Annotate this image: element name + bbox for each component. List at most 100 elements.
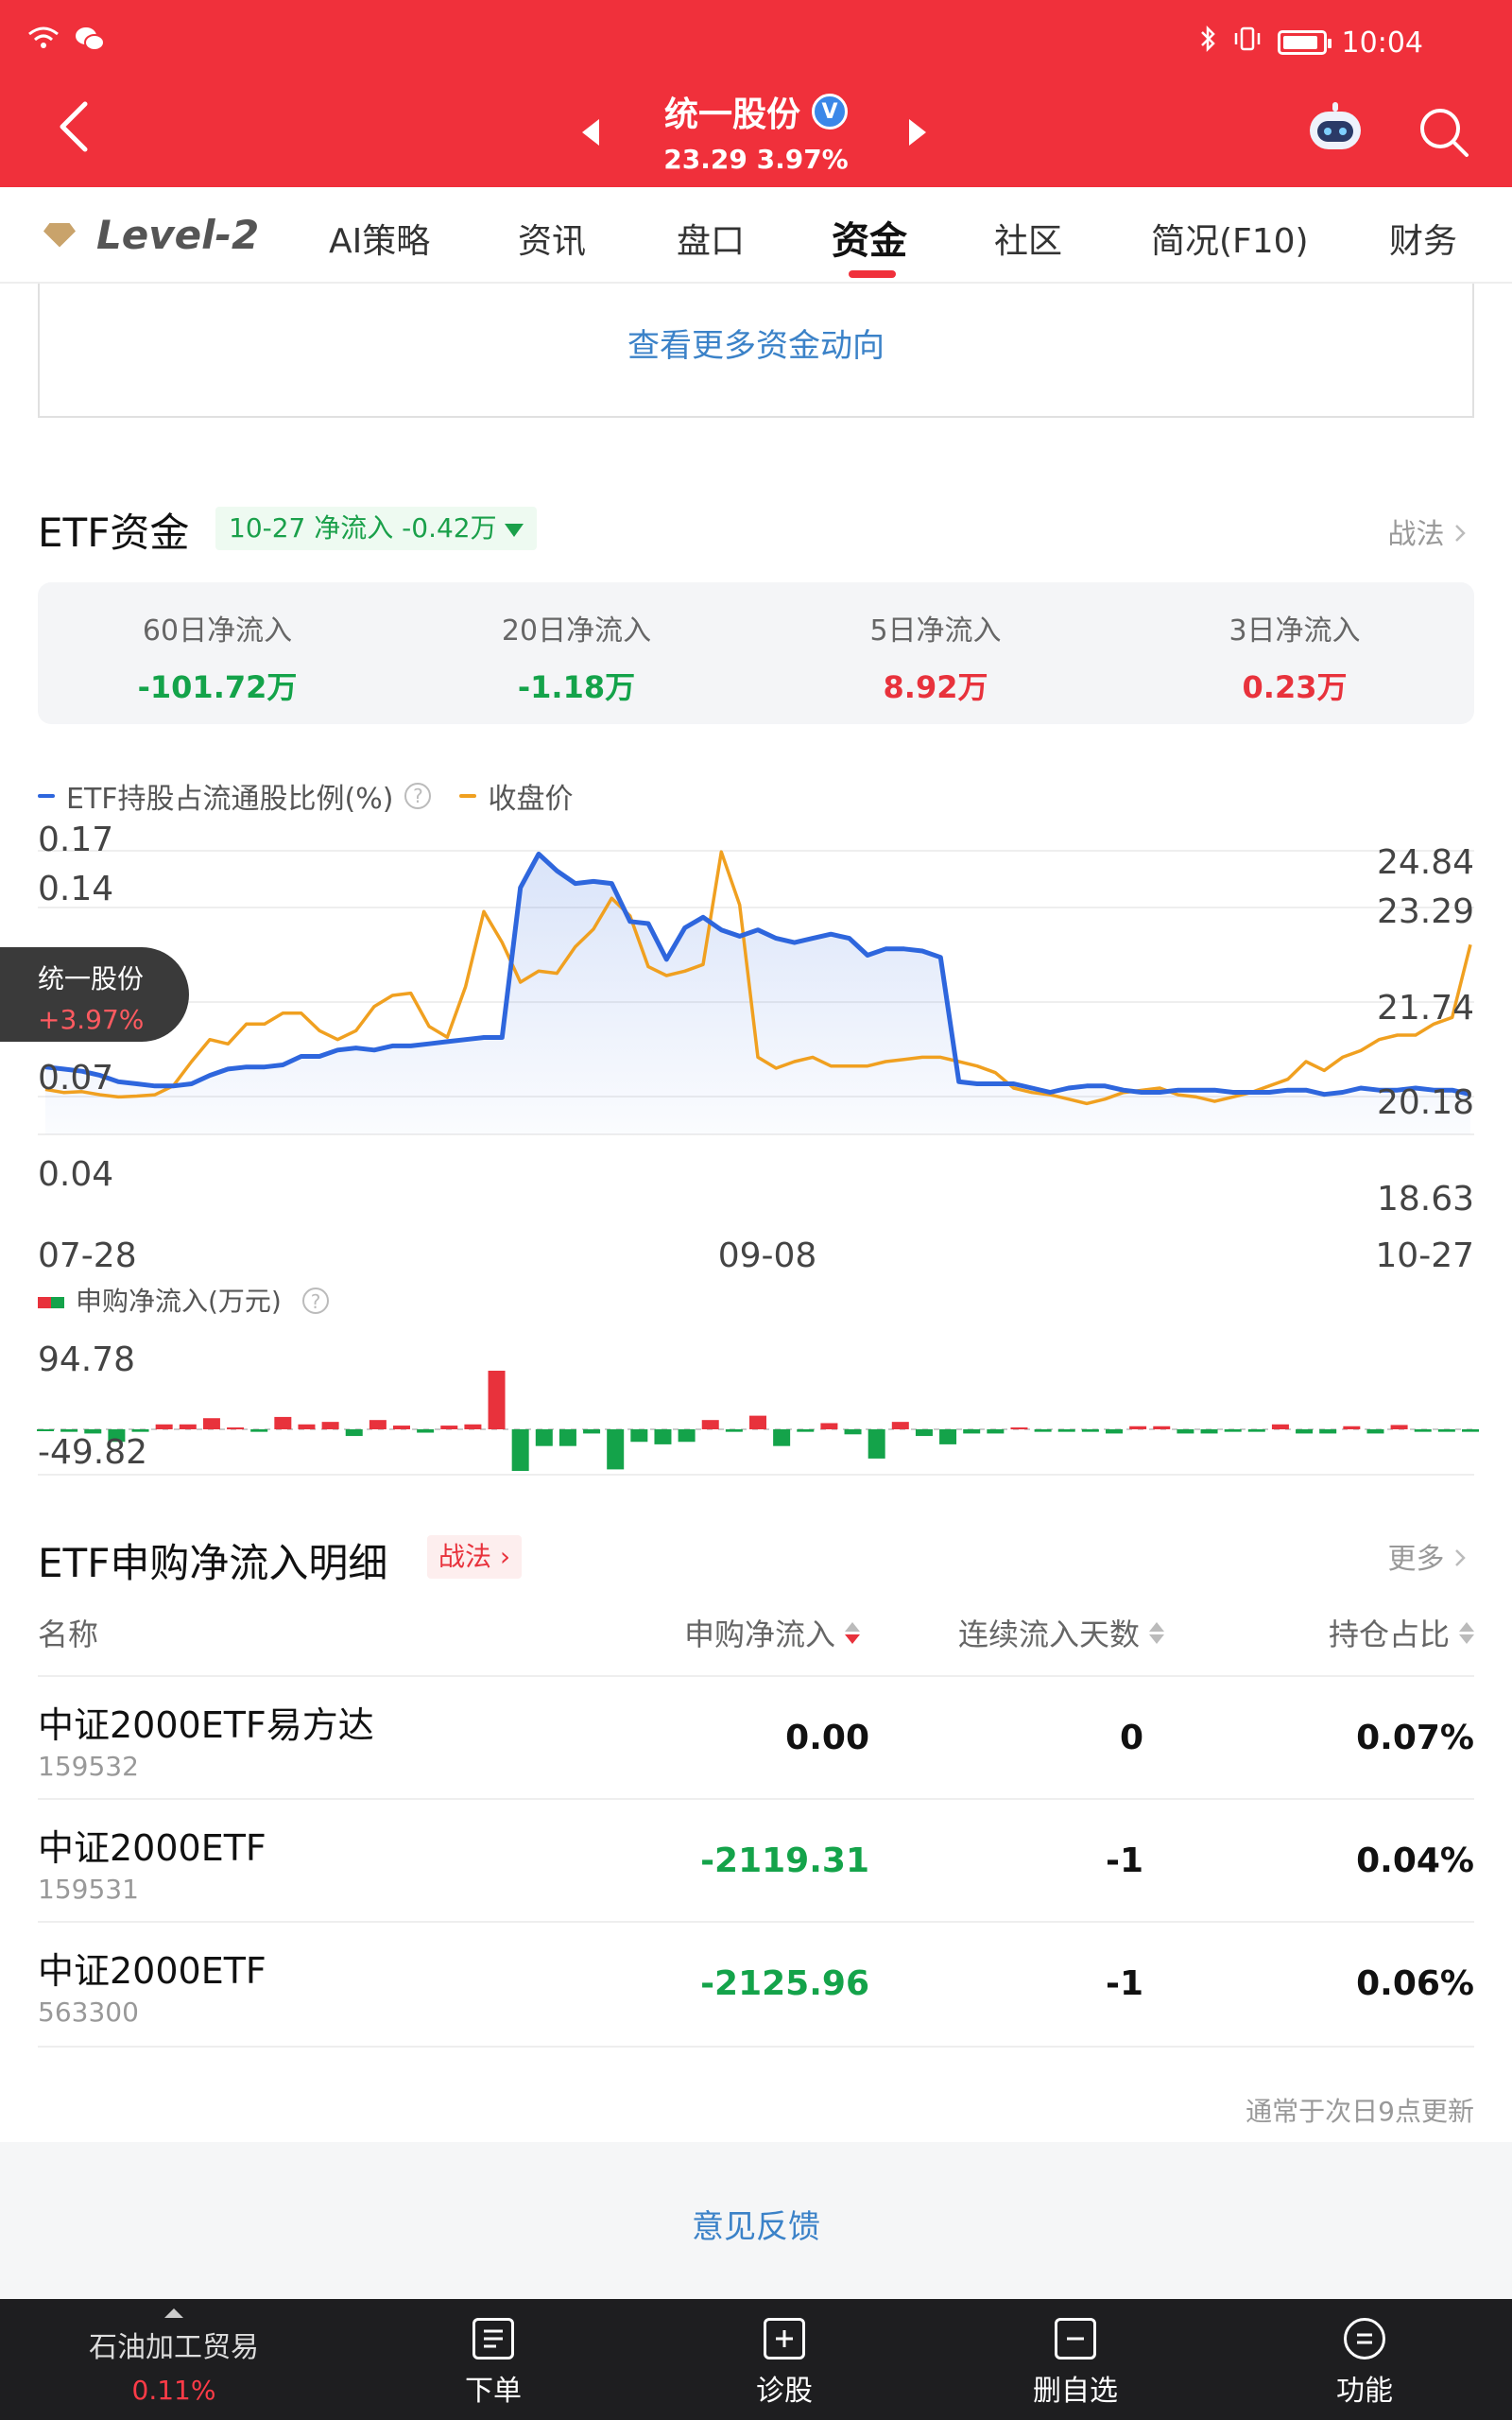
order-button[interactable]: 下单 bbox=[446, 2318, 541, 2409]
stat-value: -1.18万 bbox=[517, 669, 636, 705]
etf-net-flow: 0.00 bbox=[785, 1719, 869, 1757]
y-left-tick-label: 0.07 bbox=[38, 1059, 113, 1098]
flow-bar bbox=[393, 1426, 410, 1429]
help-icon[interactable]: ? bbox=[404, 783, 432, 809]
flow-bar bbox=[797, 1429, 815, 1432]
etf-chart[interactable]: 0.17 0.14 0.07 0.04 24.84 23.29 21.74 20.18 18.6… bbox=[0, 813, 1512, 1531]
y-left-tick-label: 0.14 bbox=[38, 870, 113, 908]
stock-change: 3.97% bbox=[756, 144, 849, 175]
tab-news[interactable]: 资讯 bbox=[518, 214, 586, 263]
etf-holding-ratio: 0.04% bbox=[1356, 1841, 1474, 1880]
tab-ai-strategy[interactable]: AI策略 bbox=[329, 214, 430, 263]
flow-bar bbox=[1010, 1427, 1028, 1430]
active-tab-indicator bbox=[849, 270, 896, 278]
etf-net-flow-text: 10-27 净流入 -0.42万 bbox=[229, 512, 497, 544]
tab-level2[interactable]: Level-2 bbox=[43, 212, 259, 258]
x-tick-label: 07-28 bbox=[38, 1236, 137, 1275]
etf-net-flow: -2125.96 bbox=[700, 1964, 869, 2003]
tab-community[interactable]: 社区 bbox=[994, 214, 1062, 263]
y-right-tick-label: 24.84 bbox=[1377, 843, 1474, 882]
flow-bar bbox=[417, 1429, 435, 1433]
etf-strategy-link[interactable]: 战法 bbox=[1387, 510, 1467, 552]
y-right-tick-label: 21.74 bbox=[1377, 989, 1474, 1028]
tab-capital[interactable]: 资金 bbox=[832, 210, 907, 265]
stat-5d: 5日净流入 8.92万 bbox=[756, 582, 1115, 724]
diagnose-button[interactable]: 诊股 bbox=[737, 2318, 832, 2409]
etf-code: 159532 bbox=[38, 1751, 139, 1782]
flow-bar bbox=[915, 1429, 933, 1437]
bar-max-label: 94.78 bbox=[38, 1340, 135, 1379]
sector-change: 0.11% bbox=[131, 2375, 216, 2406]
functions-button[interactable]: 功能 bbox=[1317, 2318, 1412, 2409]
flow-bar bbox=[891, 1422, 909, 1429]
column-header-holding-ratio[interactable]: 持仓占比 bbox=[1329, 1611, 1474, 1654]
order-label: 下单 bbox=[465, 2375, 522, 2408]
column-header-net-flow[interactable]: 申购净流入 bbox=[684, 1611, 860, 1654]
flow-bar bbox=[1296, 1429, 1314, 1434]
flow-bar bbox=[274, 1416, 292, 1429]
stock-overlay-tag: 统一股份 +3.97% bbox=[0, 947, 189, 1042]
capital-flow-card-bottom: 查看更多资金动向 bbox=[38, 284, 1474, 418]
tab-order-book[interactable]: 盘口 bbox=[677, 214, 745, 263]
status-bar-left bbox=[26, 25, 106, 60]
flow-bar bbox=[250, 1429, 268, 1432]
etf-stats-panel: 60日净流入 -101.72万 20日净流入 -1.18万 5日净流入 8.92… bbox=[38, 582, 1474, 724]
diagnose-icon bbox=[764, 2318, 805, 2360]
detail-more-link[interactable]: 更多 bbox=[1387, 1535, 1467, 1577]
search-button[interactable] bbox=[1418, 106, 1470, 159]
feedback-link[interactable]: 意见反馈 bbox=[0, 2142, 1512, 2299]
column-label: 持仓占比 bbox=[1328, 1616, 1450, 1652]
stock-title-block: 统一股份 V 23.29 3.97% bbox=[0, 87, 1512, 175]
etf-inflow-days: -1 bbox=[1106, 1964, 1143, 2003]
flow-bar bbox=[440, 1426, 458, 1429]
stat-label: 20日净流入 bbox=[501, 614, 652, 648]
wechat-icon bbox=[74, 25, 106, 60]
flow-bar bbox=[298, 1424, 316, 1429]
column-label: 名称 bbox=[38, 1616, 99, 1652]
ai-assistant-robot-icon[interactable] bbox=[1306, 102, 1365, 153]
remove-watchlist-button[interactable]: 删自选 bbox=[1021, 2318, 1130, 2409]
flow-bar bbox=[1366, 1429, 1384, 1434]
bar-legend-label: 申购净流入(万元) bbox=[76, 1286, 282, 1317]
column-header-name: 名称 bbox=[38, 1611, 98, 1654]
legend-label-etf-ratio: ETF持股占流通股比例(%) bbox=[66, 783, 394, 816]
app-header: 10:04 统一股份 V 23.29 3.97% bbox=[0, 0, 1512, 187]
sort-icon bbox=[845, 1621, 860, 1644]
update-note: 通常于次日9点更新 bbox=[1246, 2096, 1474, 2127]
flow-bar bbox=[678, 1429, 696, 1443]
etf-holding-ratio: 0.06% bbox=[1356, 1964, 1474, 2003]
y-left-tick-label: 0.04 bbox=[38, 1155, 113, 1194]
tab-financials[interactable]: 财务 bbox=[1389, 214, 1457, 263]
chevron-right-icon: › bbox=[499, 1541, 511, 1572]
flow-bar bbox=[179, 1424, 197, 1429]
next-stock-button[interactable] bbox=[909, 119, 926, 146]
flow-bar bbox=[202, 1418, 220, 1429]
sector-ticker[interactable]: 石油加工贸易 0.11% bbox=[0, 2299, 348, 2420]
y-right-tick-label: 23.29 bbox=[1377, 892, 1474, 931]
sort-icon bbox=[1459, 1621, 1474, 1644]
flow-bar bbox=[1343, 1426, 1361, 1429]
detail-strategy-tag[interactable]: 战法 › bbox=[427, 1535, 523, 1579]
tab-bar: Level-2 AI策略 资讯 盘口 资金 社区 简况(F10) 财务 bbox=[0, 187, 1512, 284]
diamond-icon bbox=[43, 222, 76, 248]
table-row[interactable]: 中证2000ETF 563300 -2125.96 -1 0.06% bbox=[38, 1921, 1474, 2044]
flow-bar bbox=[321, 1422, 339, 1429]
flow-bar bbox=[1129, 1426, 1147, 1429]
line-chart-legend: ETF持股占流通股比例(%) ? 收盘价 bbox=[38, 775, 573, 817]
y-right-tick-label: 18.63 bbox=[1377, 1180, 1474, 1219]
view-more-capital-link[interactable]: 查看更多资金动向 bbox=[40, 320, 1472, 366]
flow-bar bbox=[630, 1429, 648, 1443]
table-row[interactable]: 中证2000ETF易方达 159532 0.00 0 0.07% bbox=[38, 1675, 1474, 1798]
battery-icon bbox=[1277, 30, 1332, 55]
flow-bar bbox=[558, 1429, 576, 1446]
x-tick-label: 09-08 bbox=[718, 1236, 817, 1275]
sort-icon bbox=[1149, 1621, 1164, 1644]
flow-bar bbox=[60, 1429, 78, 1432]
flow-bar bbox=[987, 1429, 1005, 1434]
tab-f10-profile[interactable]: 简况(F10) bbox=[1151, 214, 1309, 263]
flow-bar bbox=[155, 1424, 173, 1429]
column-header-inflow-days[interactable]: 连续流入天数 bbox=[958, 1611, 1164, 1654]
table-row[interactable]: 中证2000ETF 159531 -2119.31 -1 0.04% bbox=[38, 1798, 1474, 1921]
etf-holding-ratio: 0.07% bbox=[1356, 1719, 1474, 1757]
flow-bar bbox=[939, 1429, 957, 1444]
